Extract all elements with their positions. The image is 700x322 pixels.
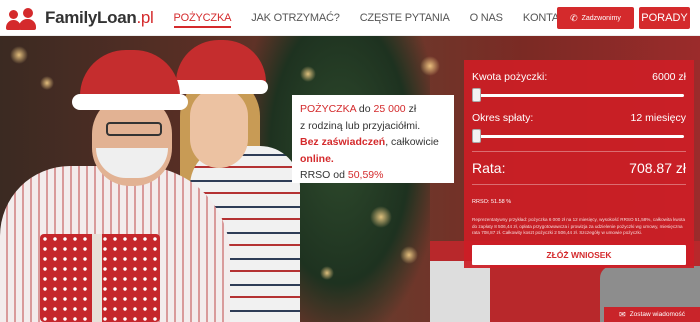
amount-slider[interactable] [472,88,686,102]
gift-ribbon [92,234,102,322]
hat-brim [170,80,268,94]
envelope-icon: ✉ [619,310,626,319]
amount-slider-handle[interactable] [472,88,481,102]
period-value: 12 miesięcy [630,112,686,124]
divider [472,184,686,185]
promo-product: POŻYCZKA [300,103,357,115]
period-slider[interactable] [472,129,686,143]
rate-value: 708.87 zł [629,160,686,176]
period-label: Okres spłaty: [472,112,534,124]
cushion-background [430,261,490,322]
promo-card: POŻYCZKA do 25 000 zł z rodziną lub przy… [292,95,454,183]
leave-message-label: Zostaw wiadomość [629,311,685,318]
bokeh-light [300,66,316,82]
leave-message-button[interactable]: ✉ Zostaw wiadomość [604,307,700,322]
nav-item-jak-otrzymac[interactable]: JAK OTRZYMAĆ? [241,12,349,24]
bokeh-light [370,206,392,228]
bokeh-light [40,76,54,90]
porady-button[interactable]: PORADY [639,7,690,29]
family-logo-icon [6,6,42,30]
rate-label: Rata: [472,160,506,176]
main-menu: POŻYCZKA JAK OTRZYMAĆ? CZĘSTE PYTANIA O … [164,0,583,36]
rrso-text: RRSO: 51.58 % [472,199,512,205]
nav-item-o-nas[interactable]: O NAS [460,12,513,24]
woman-face [190,88,248,168]
amount-slider-track[interactable] [474,94,684,97]
amount-label: Kwota pożyczki: [472,71,548,83]
promo-online: online. [300,152,334,165]
logo-text: FamilyLoan.pl [45,7,154,27]
call-me-button[interactable]: ✆ Zadzwonimy [557,7,634,29]
top-navigation: FamilyLoan.pl POŻYCZKA JAK OTRZYMAĆ? CZĘ… [0,0,700,36]
nav-item-czeste-pytania[interactable]: CZĘSTE PYTANIA [350,12,460,24]
amount-value: 6000 zł [652,71,686,83]
period-slider-track[interactable] [474,135,684,138]
promo-no-documents: Bez zaświadczeń [300,136,386,148]
bokeh-light [10,46,28,64]
bokeh-light [320,266,334,280]
promo-rrso: 50,59% [347,169,384,181]
logo[interactable]: FamilyLoan.pl [6,6,154,30]
nav-item-pozyczka[interactable]: POŻYCZKA [164,11,242,28]
loan-calculator: Kwota pożyczki: 6000 zł Okres spłaty: 12… [464,60,694,268]
porady-label: PORADY [641,12,688,24]
promo-amount: 25 000 [373,103,406,115]
glasses-icon [106,122,162,136]
call-me-label: Zadzwonimy [581,14,621,22]
hat-brim [72,94,188,110]
bokeh-light [400,246,418,264]
phone-icon: ✆ [570,12,578,23]
divider [472,151,686,152]
apply-button[interactable]: ZŁÓŻ WNIOSEK [472,244,686,265]
period-slider-handle[interactable] [472,129,481,143]
bokeh-light [420,56,440,76]
representative-example: Reprezentatywny przykład: pożyczka 6 000… [472,217,686,236]
apply-label: ZŁÓŻ WNIOSEK [546,249,612,260]
promo-line-2: z rodziną lub przyjaciółmi. [300,119,421,132]
